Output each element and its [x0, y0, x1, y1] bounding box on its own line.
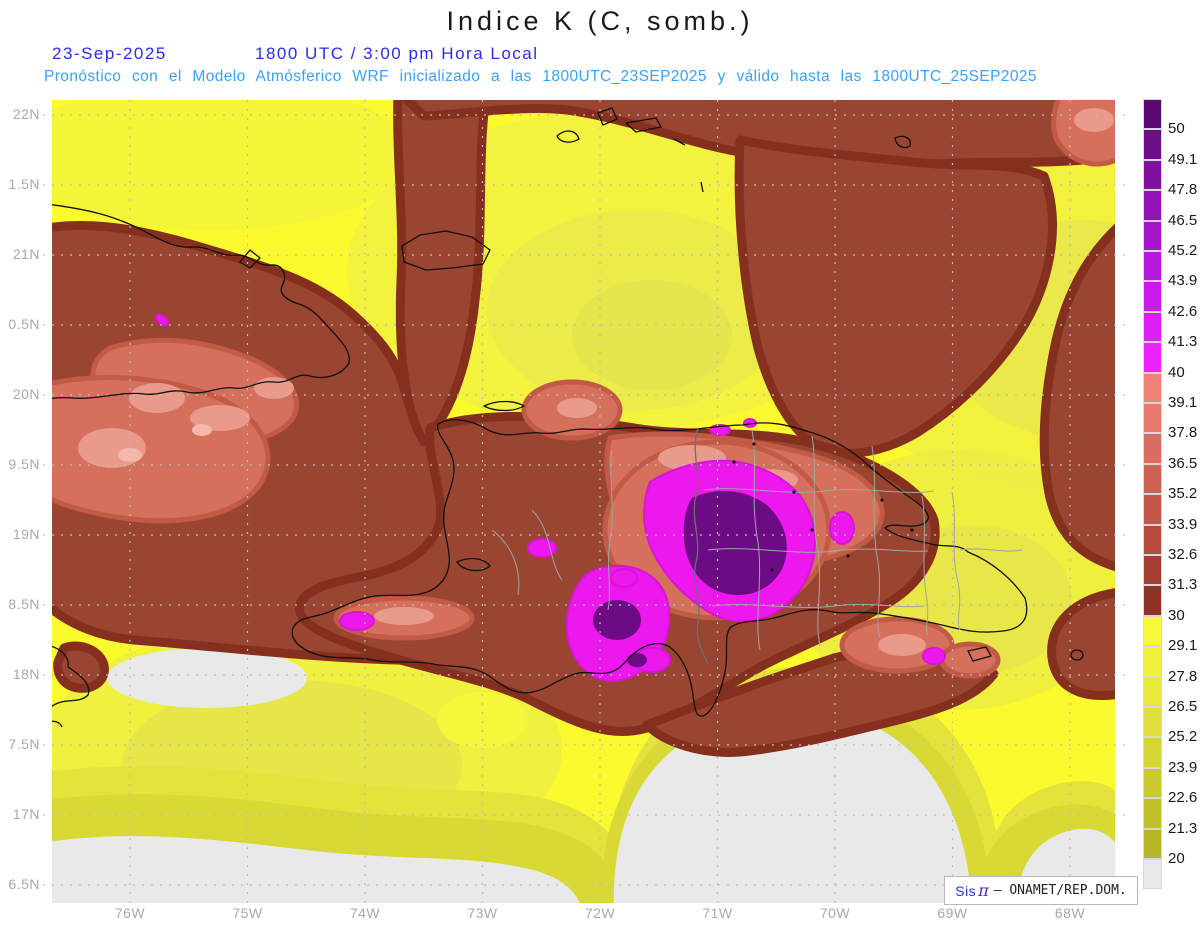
page-title: Indice K (C, somb.): [446, 6, 754, 36]
x-axis-label: 75W: [232, 905, 263, 921]
colorbar-label: 29.1: [1168, 637, 1198, 655]
colorbar-label: 27.8: [1168, 667, 1198, 685]
y-axis-label: 19N: [12, 526, 40, 542]
colorbar-cell: [1143, 798, 1162, 829]
forecast-note: Pronóstico con el Modelo Atmósferico WRF…: [44, 68, 1037, 85]
x-axis-label: 74W: [349, 905, 381, 921]
colorbar-legend: 50 49.1 47.8 46.5 45.2 43.9 42.6 41.3 40 39.1 37.8…: [1143, 99, 1200, 891]
colorbar-cell: [1143, 767, 1162, 799]
colorbar-cell: [1143, 220, 1162, 251]
colorbar-cell: [1143, 615, 1162, 647]
y-axis-label: 17N: [12, 806, 40, 822]
colorbar-cell: [1143, 99, 1162, 130]
colorbar-label: 37.8: [1168, 424, 1198, 442]
colorbar-cell: [1143, 433, 1162, 464]
watermark-pi-icon: π: [978, 881, 989, 900]
y-axis-label: 21N: [12, 246, 40, 262]
y-axis-label: 7.5N: [8, 736, 40, 752]
x-axis-label: 73W: [467, 905, 498, 921]
colorbar-cell: [1143, 129, 1162, 160]
colorbar-label: 36.5: [1168, 454, 1198, 472]
colorbar-label: 41.3: [1168, 333, 1198, 351]
colorbar-label: 42.6: [1168, 302, 1198, 320]
colorbar-cell: [1143, 555, 1162, 586]
colorbar-cell: [1143, 159, 1162, 191]
watermark-org: – ONAMET/REP.DOM.: [993, 883, 1127, 898]
y-axis-label: 1.5N: [8, 176, 40, 192]
colorbar-label: 31.3: [1168, 576, 1198, 594]
colorbar-label: 35.2: [1168, 485, 1198, 503]
colorbar-cell: [1143, 281, 1162, 312]
y-axis-label: 6.5N: [8, 876, 40, 892]
colorbar-cell: [1143, 251, 1162, 282]
k-index-field: [52, 100, 1115, 903]
x-axis-label: 72W: [584, 905, 616, 921]
colorbar-label: 33.9: [1168, 515, 1198, 533]
colorbar-label: 22.6: [1168, 789, 1198, 807]
colorbar-cell: [1143, 190, 1162, 221]
colorbar-label: 30: [1168, 606, 1185, 624]
watermark-sis: Sis: [955, 882, 977, 899]
valid-date: 23-Sep-2025: [52, 44, 167, 63]
colorbar-label: 32.6: [1168, 546, 1198, 563]
colorbar-cell: [1143, 737, 1162, 768]
colorbar-cell: [1143, 311, 1162, 343]
colorbar-label: 39.1: [1168, 394, 1198, 411]
y-axis-label: 18N: [12, 666, 40, 682]
y-axis-label: 0.5N: [8, 316, 40, 332]
x-axis-label: 69W: [937, 905, 968, 921]
colorbar-cell: [1143, 646, 1162, 677]
colorbar-label: 20: [1168, 850, 1185, 867]
colorbar-cell: [1143, 494, 1162, 525]
x-axis-label: 76W: [114, 905, 146, 921]
weather-chart-page: Indice K (C, somb.) 23-Sep-2025 1800 UTC…: [0, 0, 1200, 927]
y-axis-label: 20N: [12, 386, 40, 402]
colorbar-cell: [1143, 463, 1162, 495]
colorbar-label: 49.1: [1168, 150, 1198, 168]
x-axis: 76W 75W 74W 73W 72W 71W 70W 69W 68W: [52, 905, 1115, 925]
colorbar-label: 50: [1168, 120, 1185, 138]
colorbar-cell: [1143, 403, 1162, 434]
colorbar-cell: [1143, 707, 1162, 738]
colorbar-cell: [1143, 342, 1162, 373]
valid-time: 1800 UTC / 3:00 pm Hora Local: [255, 44, 539, 63]
colorbar-label: 40: [1168, 363, 1185, 381]
y-axis-label: 9.5N: [8, 456, 40, 472]
x-axis-label: 68W: [1054, 905, 1086, 921]
colorbar-cell: [1143, 676, 1162, 707]
colorbar-label: 25.2: [1168, 728, 1198, 746]
colorbar-label: 26.5: [1168, 698, 1198, 715]
colorbar-cell: [1143, 828, 1162, 859]
watermark-box: Sis π – ONAMET/REP.DOM.: [944, 876, 1138, 905]
x-axis-label: 70W: [819, 905, 851, 921]
colorbar-cell: [1143, 524, 1162, 555]
y-axis-label: 22N: [12, 106, 40, 122]
colorbar-label: 43.9: [1168, 272, 1198, 290]
contour-map: [34, 100, 1130, 906]
colorbar-label: 46.5: [1168, 211, 1198, 229]
y-axis: 22N 1.5N 21N 0.5N 20N 9.5N 19N 8.5N 18N 7.5N 17N 6.…: [0, 100, 46, 903]
colorbar-cell: [1143, 859, 1162, 890]
colorbar-cell: [1143, 372, 1162, 403]
contour-map-canvas: [34, 100, 1130, 906]
colorbar-label: 23.9: [1168, 758, 1198, 776]
colorbar-label: 21.3: [1168, 819, 1198, 837]
colorbar-label: 45.2: [1168, 242, 1198, 259]
colorbar-cell: [1143, 585, 1162, 616]
colorbar-label: 47.8: [1168, 181, 1198, 199]
y-axis-label: 8.5N: [8, 596, 40, 612]
x-axis-label: 71W: [702, 905, 733, 921]
